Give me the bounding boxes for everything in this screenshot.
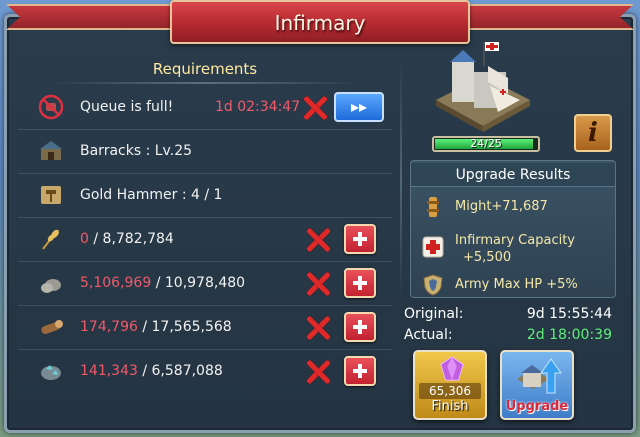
queue-full-icon: [38, 94, 64, 120]
capacity-value: +5,500: [463, 250, 512, 265]
ore-requirement-text: 141,343 / 6,587,088: [80, 363, 223, 379]
info-button[interactable]: i: [574, 114, 612, 152]
unmet-x-icon: [305, 315, 331, 341]
result-might: Might+71,687: [421, 195, 611, 219]
gold-hammer-icon: [41, 186, 61, 204]
gold-hammer-requirement-text: Gold Hammer : 4 / 1: [80, 187, 223, 203]
stone-icon: [41, 279, 61, 293]
requirement-row-gold-hammer: Gold Hammer : 4 / 1: [18, 174, 392, 218]
requirement-row-food: 0 / 8,782,784: [18, 218, 392, 262]
result-infirmary-capacity: Infirmary Capacity +5,500: [421, 229, 611, 265]
might-value: Might+71,687: [455, 199, 548, 214]
unmet-x-icon: [302, 95, 328, 121]
original-time-label: Original:: [404, 306, 464, 322]
requirement-row-timber: 174,796 / 17,565,568: [18, 306, 392, 350]
result-army-hp: Army Max HP +5%: [421, 273, 611, 297]
requirement-row-stone: 5,106,969 / 10,978,480: [18, 262, 392, 306]
barracks-requirement-text: Barracks : Lv.25: [80, 143, 193, 159]
fast-forward-icon: ▸▸: [350, 97, 368, 116]
add-food-button[interactable]: [344, 224, 376, 254]
upgrade-results-heading: Upgrade Results: [411, 163, 615, 187]
actual-time-label: Actual:: [404, 327, 453, 343]
requirement-row-ore: 141,343 / 6,587,088: [18, 350, 392, 394]
add-ore-button[interactable]: [344, 356, 376, 386]
food-requirement-text: 0 / 8,782,784: [80, 231, 174, 247]
barracks-icon: [40, 141, 62, 160]
requirements-panel: Requirements Queue is full! 1d 02:34:47 …: [18, 50, 392, 428]
infirmary-building-image: [436, 42, 530, 132]
unmet-x-icon: [305, 359, 331, 385]
finish-gem-cost: 65,306: [419, 383, 481, 399]
dialog-title: Infirmary: [274, 11, 366, 35]
army-hp-value: Army Max HP +5%: [455, 277, 578, 292]
timber-requirement-text: 174,796 / 17,565,568: [80, 319, 232, 335]
finish-label: Finish: [431, 399, 469, 414]
requirements-divider: [48, 82, 362, 84]
title-ribbon: Infirmary: [170, 0, 470, 44]
requirement-row-queue: Queue is full! 1d 02:34:47 ▸▸: [18, 86, 392, 130]
upgrade-results-panel: Upgrade Results Might+71,687 Infirmary C…: [410, 160, 616, 298]
requirement-row-barracks: Barracks : Lv.25: [18, 130, 392, 174]
shield-icon: [423, 274, 443, 296]
unmet-x-icon: [305, 227, 331, 253]
stone-requirement-text: 5,106,969 / 10,978,480: [80, 275, 246, 291]
gem-icon: [440, 356, 464, 381]
original-time-value: 9d 15:55:44: [526, 306, 612, 322]
upgrade-button[interactable]: Upgrade: [500, 350, 574, 420]
requirements-heading: Requirements: [152, 60, 258, 78]
upgrade-arrow-icon: [517, 358, 562, 394]
finish-button[interactable]: 65,306 Finish: [413, 350, 487, 420]
actual-time-value: 2d 18:00:39: [526, 327, 612, 343]
ore-icon: [41, 365, 61, 380]
add-stone-button[interactable]: [344, 268, 376, 298]
might-icon: [427, 197, 439, 217]
wheat-icon: [42, 229, 59, 250]
speed-up-button[interactable]: ▸▸: [334, 92, 384, 122]
building-level-text: 24/25: [470, 137, 502, 150]
timber-icon: [41, 320, 63, 335]
panel-divider: [400, 60, 402, 300]
medical-cross-icon: [422, 236, 444, 258]
building-level-progress: 24/25: [432, 136, 540, 152]
queue-timer: 1d 02:34:47: [215, 99, 301, 115]
add-timber-button[interactable]: [344, 312, 376, 342]
capacity-label: Infirmary Capacity: [455, 233, 575, 248]
unmet-x-icon: [305, 271, 331, 297]
upgrade-label: Upgrade: [505, 399, 569, 414]
queue-full-text: Queue is full!: [80, 99, 174, 115]
